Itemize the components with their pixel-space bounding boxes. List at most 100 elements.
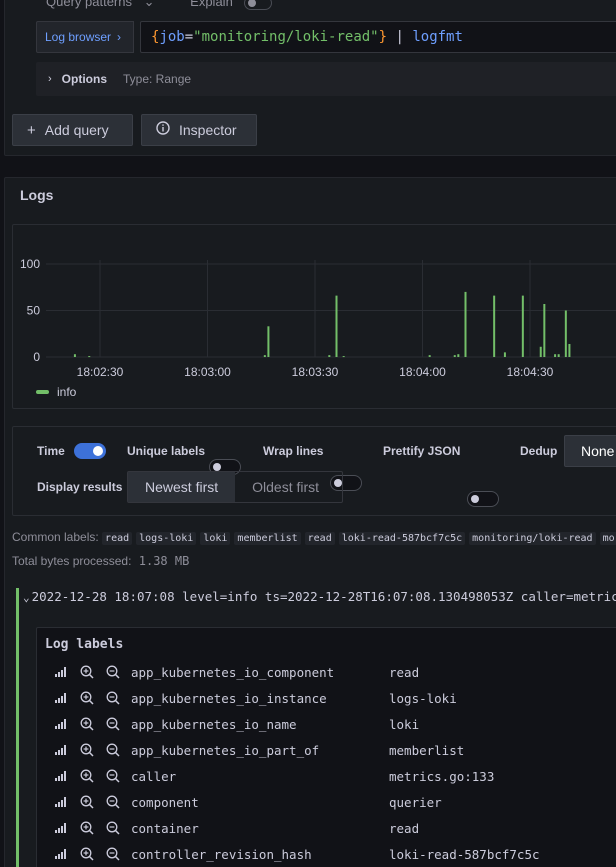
zoom-out-icon[interactable] (100, 795, 126, 809)
y-tick-label: 0 (33, 350, 40, 364)
zoom-in-icon[interactable] (74, 847, 100, 861)
common-label-chip: read (102, 532, 133, 545)
zoom-out-icon[interactable] (100, 769, 126, 783)
volume-bar (335, 295, 338, 357)
query-patterns-label[interactable]: Query patterns (46, 0, 132, 9)
log-label-row: container read (48, 815, 608, 841)
y-tick-label: 100 (20, 257, 40, 271)
zoom-in-icon[interactable] (74, 743, 100, 757)
query-label-value: "monitoring/loki-read" (193, 29, 379, 45)
logs-panel-title: Logs (20, 187, 54, 203)
display-order-radio-group: Newest first Oldest first (127, 471, 343, 503)
explain-toggle[interactable] (244, 0, 273, 10)
chevron-down-icon: ⌄ (23, 591, 30, 604)
signal-bars-icon[interactable] (48, 719, 74, 729)
signal-bars-icon[interactable] (48, 849, 74, 859)
common-label-chip: read (304, 532, 335, 545)
zoom-in-icon[interactable] (74, 717, 100, 731)
log-label-value: logs-loki (389, 690, 457, 706)
zoom-out-icon[interactable] (100, 691, 126, 705)
volume-bar (564, 310, 567, 357)
wrap-lines-label: Wrap lines (263, 444, 324, 458)
options-type: Type: Range (123, 72, 192, 86)
volume-bar (88, 356, 91, 358)
legend-swatch (36, 390, 49, 394)
chart-legend[interactable]: info (36, 385, 76, 399)
signal-bars-icon[interactable] (48, 745, 74, 755)
dedup-value: None (581, 443, 615, 459)
dedup-none-option[interactable]: None (564, 435, 616, 467)
volume-bar (568, 343, 571, 357)
time-toggle[interactable] (74, 443, 106, 459)
volume-bar (521, 295, 524, 357)
query-input[interactable]: {job = "monitoring/loki-read"} | logfmt (140, 21, 616, 53)
zoom-in-icon[interactable] (74, 665, 100, 679)
volume-bar (328, 355, 331, 357)
log-label-row: component querier (48, 789, 608, 815)
signal-bars-icon[interactable] (48, 797, 74, 807)
common-labels-list: read logs-loki loki memberlist read loki-read… (102, 530, 616, 545)
y-tick-label: 50 (27, 304, 41, 318)
common-label-chip: loki-read-587bcf7c5c (338, 532, 466, 545)
query-brace-open: { (151, 29, 160, 45)
signal-bars-icon[interactable] (48, 771, 74, 781)
plus-icon: + (27, 121, 36, 139)
prettify-json-toggle[interactable] (467, 491, 499, 507)
inspector-label: Inspector (179, 122, 237, 138)
log-label-value: read (389, 664, 420, 680)
log-browser-button[interactable]: Log browser › (36, 21, 134, 53)
zoom-out-icon[interactable] (100, 665, 126, 679)
log-label-row: app_kubernetes_io_instance logs-loki (48, 685, 608, 711)
log-label-row: caller metrics.go:133 (48, 763, 608, 789)
zoom-in-icon[interactable] (74, 795, 100, 809)
zoom-out-icon[interactable] (100, 821, 126, 835)
newest-first-label: Newest first (145, 479, 219, 495)
query-brace-close: } (378, 29, 388, 45)
signal-bars-icon[interactable] (48, 823, 74, 833)
log-label-value: querier (389, 794, 442, 810)
signal-bars-icon[interactable] (48, 693, 74, 703)
log-label-row: app_kubernetes_io_name loki (48, 711, 608, 737)
query-operator: = (184, 29, 194, 45)
volume-bar (503, 352, 506, 357)
oldest-first-option[interactable]: Oldest first (235, 472, 336, 502)
newest-first-option[interactable]: Newest first (128, 472, 236, 502)
query-options-row[interactable]: › Options Type: Range (36, 62, 616, 96)
explain-label: Explain (190, 0, 233, 9)
add-query-label: Add query (44, 122, 109, 138)
add-query-button[interactable]: + Add query (12, 114, 133, 146)
logs-volume-chart[interactable]: 0 50 100 18:02:30 18:03:00 18:03:30 18:04:00 18… (12, 224, 616, 384)
zoom-in-icon[interactable] (74, 769, 100, 783)
log-labels-title: Log labels (45, 637, 124, 652)
log-label-key: app_kubernetes_io_part_of (131, 742, 320, 758)
oldest-first-label: Oldest first (252, 479, 320, 495)
signal-bars-icon[interactable] (48, 667, 74, 677)
zoom-out-icon[interactable] (100, 847, 126, 861)
x-tick-label: 18:02:30 (77, 365, 124, 379)
zoom-out-icon[interactable] (100, 717, 126, 731)
chevron-right-icon: › (48, 73, 52, 85)
inspector-button[interactable]: Inspector (141, 114, 257, 146)
query-label-key: job (159, 29, 185, 45)
x-tick-label: 18:04:30 (507, 365, 554, 379)
dedup-label: Dedup (520, 444, 558, 458)
log-label-key: app_kubernetes_io_name (131, 716, 297, 732)
x-tick-label: 18:04:00 (399, 365, 446, 379)
zoom-in-icon[interactable] (74, 691, 100, 705)
log-label-key: controller_revision_hash (131, 846, 312, 862)
query-editor-top-row: Query patterns ⌄ Explain (46, 0, 273, 10)
volume-bar (267, 326, 270, 357)
log-label-key: component (131, 794, 199, 810)
query-pipe: | (387, 29, 413, 45)
zoom-in-icon[interactable] (74, 821, 100, 835)
volume-bar (493, 295, 496, 357)
common-label-chip: logs-loki (136, 532, 197, 545)
log-row[interactable]: ⌄ 2022-12-28 18:07:08 level=info ts=2022-… (23, 589, 616, 604)
zoom-out-icon[interactable] (100, 743, 126, 757)
common-label-chip: monitoring/loki-read (469, 532, 596, 545)
legend-label-info: info (57, 385, 77, 399)
common-label-chip: mo (599, 532, 616, 545)
log-label-value: loki-read-587bcf7c5c (389, 846, 540, 862)
volume-bar (554, 354, 557, 357)
chevron-down-icon: ⌄ (143, 0, 155, 9)
